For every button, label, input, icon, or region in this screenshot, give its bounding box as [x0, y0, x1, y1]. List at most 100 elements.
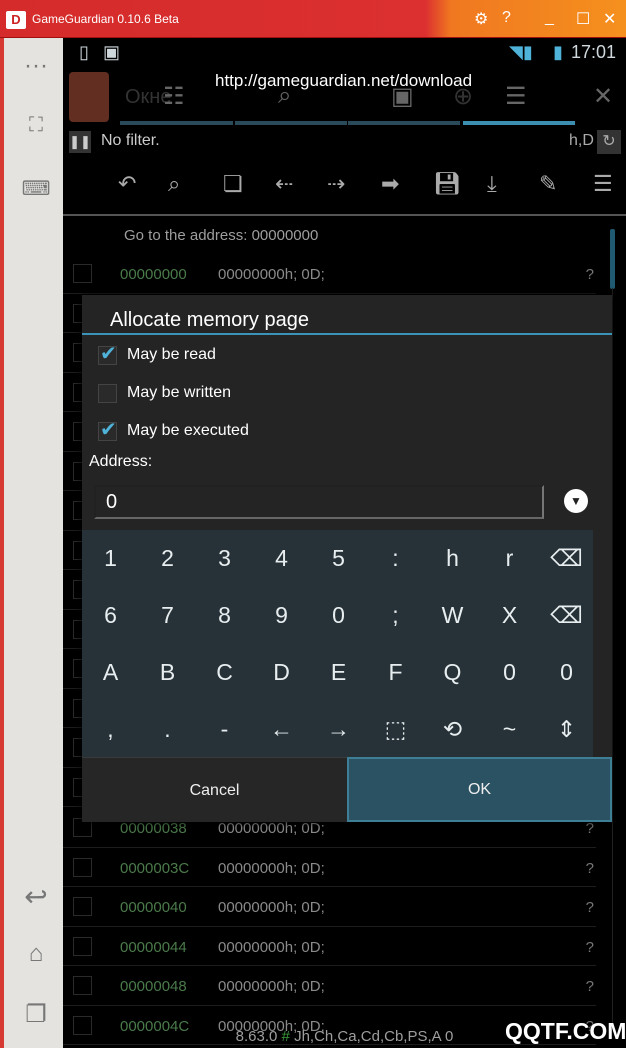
- key[interactable]: 7: [139, 587, 196, 644]
- cancel-button[interactable]: Cancel: [82, 757, 347, 822]
- fullscreen-icon[interactable]: ⛶: [18, 114, 54, 137]
- key[interactable]: r: [481, 530, 538, 587]
- dropdown-icon[interactable]: ▼: [564, 489, 588, 513]
- filter-settings-icon[interactable]: ☷: [163, 82, 185, 111]
- terminal-icon: ▣: [103, 42, 121, 62]
- regions: Jh,Ch,Ca,Cd,Cb,PS,A 0: [294, 1028, 454, 1045]
- undo-icon[interactable]: ↶: [118, 171, 136, 197]
- key[interactable]: B: [139, 644, 196, 701]
- row-checkbox[interactable]: [73, 264, 92, 283]
- filter-bar: ❚❚ No filter. h,D ↻: [63, 128, 626, 156]
- keyboard-icon[interactable]: ⌨: [18, 176, 54, 201]
- table-row[interactable]: 00000040 00000000h; 0D;?: [63, 887, 596, 927]
- row-flag: ?: [585, 978, 594, 995]
- key[interactable]: 1: [82, 530, 139, 587]
- key[interactable]: 8: [196, 587, 253, 644]
- help-icon[interactable]: ?: [502, 9, 511, 27]
- key[interactable]: W: [424, 587, 481, 644]
- row-value: 00000000h; 0D;: [218, 978, 325, 995]
- back-icon[interactable]: ↩: [18, 880, 54, 913]
- more-icon[interactable]: ···: [18, 52, 54, 80]
- download-icon[interactable]: ⤓: [487, 171, 497, 197]
- key[interactable]: 2: [139, 530, 196, 587]
- hex-keyboard: 1 2 3 4 5: h r ⌫ 6 7 8 9 0; W X ⌫ A B C D E F Q 0 0,. - ← → ⬚ ⟲ ~ ⇕: [82, 530, 593, 757]
- tab-indicator: [120, 121, 233, 125]
- key[interactable]: →: [310, 701, 367, 758]
- key[interactable]: ~: [481, 701, 538, 758]
- row-checkbox[interactable]: [73, 976, 92, 995]
- key[interactable]: .: [139, 701, 196, 758]
- address-label: Address:: [89, 453, 153, 470]
- table-row[interactable]: 00000048 00000000h; 0D;?: [63, 966, 596, 1006]
- key[interactable]: 0: [481, 644, 538, 701]
- checkbox-label: May be written: [127, 384, 232, 401]
- table-row[interactable]: 0000003C 00000000h; 0D;?: [63, 848, 596, 887]
- table-row[interactable]: 00000044 00000000h; 0D;?: [63, 927, 596, 966]
- checkbox-label: May be executed: [127, 422, 249, 439]
- home-icon[interactable]: ⌂: [18, 940, 54, 968]
- go-forward-icon[interactable]: ⇢: [327, 171, 345, 197]
- recent-apps-icon[interactable]: ❐: [18, 1000, 54, 1029]
- edit-icon[interactable]: ✎: [539, 171, 557, 197]
- key[interactable]: ⇕: [538, 701, 595, 758]
- key[interactable]: -: [196, 701, 253, 758]
- row-checkbox[interactable]: [73, 936, 92, 956]
- go-back-icon[interactable]: ⇠: [275, 171, 293, 197]
- search-selected-icon[interactable]: ⌕: [168, 171, 180, 197]
- key[interactable]: Q: [424, 644, 481, 701]
- key[interactable]: h: [424, 530, 481, 587]
- allocate-memory-dialog: Allocate memory page May be read May be …: [82, 295, 612, 822]
- row-address: 00000000: [120, 266, 187, 283]
- row-value: 00000000h; 0D;: [218, 266, 325, 283]
- key[interactable]: :: [367, 530, 424, 587]
- save-icon[interactable]: 💾︎: [433, 171, 461, 197]
- row-flag: ?: [585, 899, 594, 916]
- key[interactable]: 5: [310, 530, 367, 587]
- pause-icon[interactable]: ❚❚: [69, 131, 91, 153]
- key[interactable]: ⟲: [424, 701, 481, 758]
- checkbox-box[interactable]: [98, 341, 117, 366]
- key[interactable]: ,: [82, 701, 139, 758]
- key[interactable]: 3: [196, 530, 253, 587]
- row-checkbox[interactable]: [73, 857, 92, 877]
- row-checkbox[interactable]: [73, 897, 92, 916]
- memory-list-tab-icon[interactable]: ☰: [505, 82, 527, 111]
- checkbox-box[interactable]: [98, 417, 117, 442]
- goto-icon[interactable]: ➡: [381, 171, 399, 197]
- key[interactable]: ⌫: [538, 530, 595, 587]
- copy-icon[interactable]: ❏: [223, 171, 243, 197]
- settings-icon[interactable]: ⚙: [474, 9, 488, 29]
- key[interactable]: A: [82, 644, 139, 701]
- filter-text[interactable]: No filter.: [101, 132, 160, 150]
- key[interactable]: ←: [253, 701, 310, 758]
- maximize-button[interactable]: ☐: [576, 9, 590, 29]
- scrollbar[interactable]: [610, 229, 615, 289]
- key[interactable]: D: [253, 644, 310, 701]
- table-row[interactable]: 00000000 00000000h; 0D;?: [63, 254, 596, 294]
- key[interactable]: F: [367, 644, 424, 701]
- minimize-button[interactable]: _: [545, 9, 554, 27]
- key[interactable]: 6: [82, 587, 139, 644]
- key[interactable]: 0: [538, 644, 595, 701]
- key[interactable]: ⌫: [538, 587, 595, 644]
- key[interactable]: C: [196, 644, 253, 701]
- key[interactable]: 0: [310, 587, 367, 644]
- key[interactable]: ⬚: [367, 701, 424, 758]
- refresh-icon[interactable]: ↻: [597, 130, 621, 154]
- close-icon[interactable]: ✕: [593, 82, 613, 111]
- ok-button[interactable]: OK: [347, 757, 612, 822]
- key[interactable]: 9: [253, 587, 310, 644]
- window-titlebar: D GameGuardian 0.10.6 Beta ⚙ ? _ ☐ ✕: [0, 0, 626, 38]
- key[interactable]: X: [481, 587, 538, 644]
- app-home-icon[interactable]: [69, 72, 109, 122]
- close-button[interactable]: ✕: [603, 9, 616, 29]
- menu-icon[interactable]: ☰: [593, 171, 613, 197]
- divider: [63, 214, 626, 216]
- goto-address[interactable]: Go to the address: 00000000: [124, 227, 318, 244]
- checkbox-box[interactable]: [98, 384, 117, 403]
- key[interactable]: 4: [253, 530, 310, 587]
- key[interactable]: E: [310, 644, 367, 701]
- address-input[interactable]: [94, 485, 544, 519]
- key[interactable]: ;: [367, 587, 424, 644]
- format-label[interactable]: h,D: [569, 132, 594, 150]
